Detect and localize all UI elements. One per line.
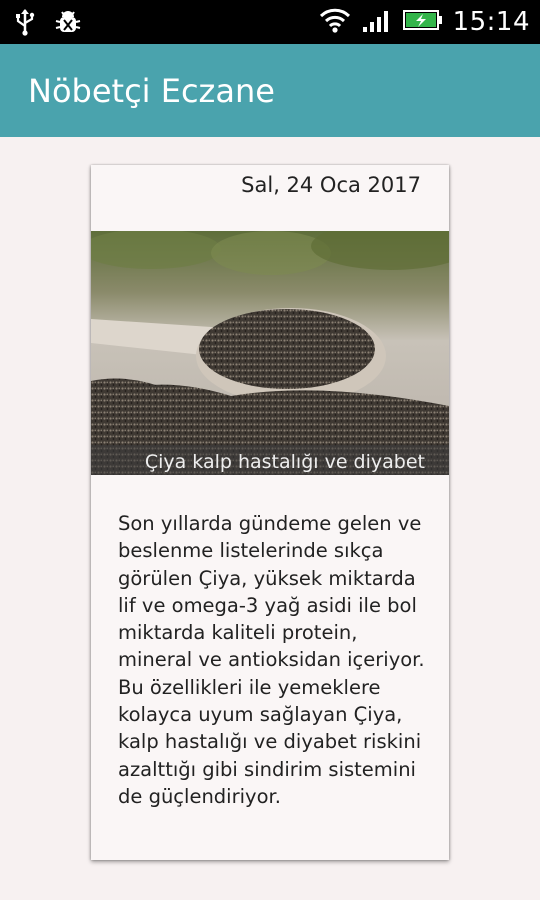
clock: 15:14 (452, 7, 530, 37)
chia-seeds-image (91, 231, 449, 475)
card-date: Sal, 24 Oca 2017 (241, 173, 421, 197)
status-bar: 15:14 (0, 0, 540, 44)
article-body: Son yıllarda gündeme gelen ve beslenme l… (118, 512, 425, 808)
image-caption: Çiya kalp hastalığı ve diyabet (144, 451, 425, 473)
wifi-icon (319, 7, 351, 37)
image-caption-bar: Çiya kalp hastalığı ve diyabet (91, 445, 449, 475)
app-title: Nöbetçi Eczane (28, 72, 275, 110)
signal-icon (361, 7, 393, 37)
usb-icon (14, 8, 36, 40)
card-image[interactable]: Çiya kalp hastalığı ve diyabet (91, 231, 449, 475)
debug-icon (54, 8, 82, 40)
battery-charging-icon (402, 8, 443, 36)
app-bar: Nöbetçi Eczane (0, 44, 540, 137)
news-card[interactable]: Sal, 24 Oca 2017 Çiya kalp hastalığı ve … (91, 165, 449, 860)
